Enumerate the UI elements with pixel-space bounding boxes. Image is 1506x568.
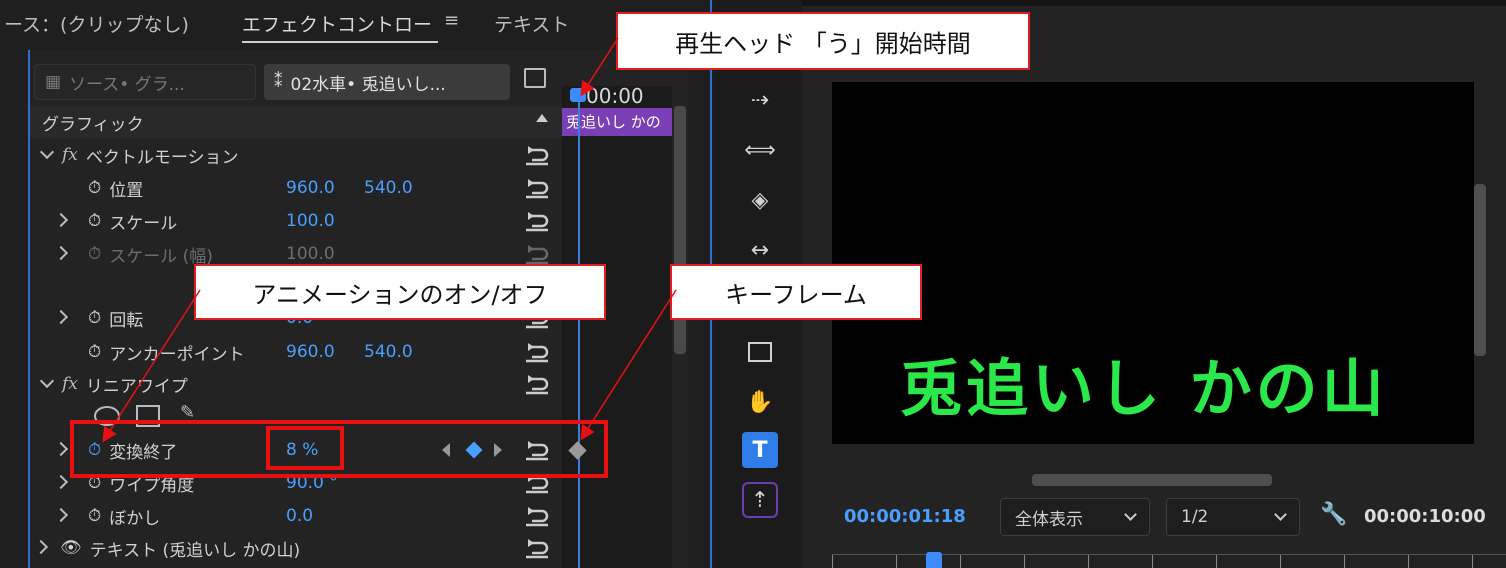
position-row: ⏱ 位置 960.0 540.0 [30, 172, 562, 204]
reset-icon[interactable] [524, 177, 550, 199]
tab-effect-controls[interactable]: エフェクトコントロー [242, 10, 438, 43]
track-select-tool-icon[interactable]: ⇢ [742, 82, 778, 118]
chevron-right-icon[interactable] [53, 507, 69, 523]
reset-icon[interactable] [524, 505, 550, 527]
position-x-value[interactable]: 960.0 [286, 178, 335, 198]
razor-tool-icon[interactable]: ◈ [742, 182, 778, 218]
feather-value[interactable]: 0.0 [286, 506, 313, 526]
panel-layout-icon[interactable] [524, 68, 546, 88]
keyframe-callout: キーフレーム [670, 264, 922, 320]
sequence-icon: ⁑ [274, 72, 283, 92]
chevron-right-icon[interactable] [53, 212, 69, 228]
anchor-y-value[interactable]: 540.0 [364, 342, 413, 362]
chevron-right-icon[interactable] [53, 309, 69, 325]
monitor-playhead[interactable] [926, 552, 942, 568]
chevron-right-icon[interactable] [53, 441, 69, 457]
graphic-section-header: グラフィック [30, 106, 562, 138]
playhead-line [578, 94, 580, 568]
slip-tool-icon[interactable]: ↔ [742, 232, 778, 268]
stopwatch-icon[interactable]: ⏱ [88, 178, 101, 198]
anchor-point-row: ⏱ アンカーポイント 960.0 540.0 [30, 336, 562, 368]
monitor-vertical-scrollbar[interactable] [1474, 184, 1486, 356]
text-layer-row[interactable]: 👁 テキスト (兎追いし かの山) [30, 532, 562, 564]
video-title-text: 兎追いし かの山 [900, 352, 1388, 425]
playhead-handle[interactable] [570, 88, 586, 102]
reset-icon[interactable] [524, 144, 550, 166]
current-timecode[interactable]: 00:00:01:18 [844, 506, 966, 527]
chevron-down-icon[interactable] [39, 373, 55, 389]
panel-tab-bar: ース：(クリップなし) エフェクトコントロー ≡ テキスト [0, 0, 710, 50]
chevron-down-icon [1274, 508, 1287, 521]
sequence-clip-selector[interactable]: ⁑ 02水車• 兎追いし... [264, 64, 510, 100]
type-tool-icon[interactable]: T [742, 432, 778, 468]
tab-text[interactable]: テキスト [494, 10, 569, 37]
reset-icon[interactable] [524, 537, 550, 559]
chevron-down-icon [1124, 508, 1137, 521]
duration-timecode: 00:00:10:00 [1364, 506, 1486, 527]
scale-row: ⏱ スケール 100.0 [30, 205, 562, 237]
reset-icon[interactable] [524, 373, 550, 395]
reset-icon[interactable] [524, 341, 550, 363]
feather-row: ⏱ ぼかし 0.0 [30, 500, 562, 532]
reset-icon[interactable] [524, 210, 550, 232]
stopwatch-icon: ⏱ [88, 244, 102, 264]
timeline-timecode: 00:00 [586, 84, 644, 108]
chevron-right-icon[interactable] [53, 474, 69, 490]
animation-toggle-callout: アニメーションのオン/オフ [194, 264, 606, 320]
linear-wipe-header[interactable]: fx リニアワイプ [30, 368, 562, 400]
highlight-value-box [266, 426, 344, 470]
anchor-x-value[interactable]: 960.0 [286, 342, 335, 362]
master-clip-selector[interactable]: ▦ ソース• グラ... [34, 64, 256, 100]
stopwatch-icon[interactable]: ⏱ [88, 308, 101, 328]
resolution-dropdown[interactable]: 1/2 [1166, 498, 1300, 536]
ripple-edit-tool-icon[interactable]: ⟺ [742, 132, 778, 168]
chevron-right-icon[interactable] [53, 245, 69, 261]
stopwatch-icon[interactable]: ⏱ [88, 342, 101, 362]
stopwatch-icon[interactable]: ⏱ [88, 211, 101, 231]
scale-value[interactable]: 100.0 [286, 211, 335, 231]
panel-menu-icon[interactable]: ≡ [444, 10, 459, 31]
chevron-right-icon[interactable] [33, 539, 49, 555]
scale-width-value: 100.0 [286, 244, 335, 264]
stopwatch-icon[interactable]: ⏱ [88, 506, 101, 526]
hand-tool-icon[interactable]: ✋ [742, 384, 778, 420]
fx-icon[interactable]: fx [62, 145, 78, 165]
grid-icon: ▦ [45, 72, 62, 92]
reset-icon [526, 245, 549, 265]
fx-icon[interactable]: fx [62, 374, 78, 394]
collapse-up-icon[interactable] [536, 114, 548, 122]
rectangle-tool-icon[interactable] [742, 334, 778, 370]
monitor-horizontal-scrollbar[interactable] [1032, 474, 1272, 486]
position-y-value[interactable]: 540.0 [364, 178, 413, 198]
zoom-dropdown[interactable]: 全体表示 [1000, 498, 1150, 536]
eye-icon[interactable]: 👁 [60, 538, 82, 558]
chevron-down-icon[interactable] [39, 144, 55, 160]
playhead-callout: 再生ヘッド 「う」開始時間 [616, 12, 1030, 70]
wrench-icon[interactable]: 🔧 [1320, 502, 1347, 527]
vector-motion-header[interactable]: fx ベクトルモーション [30, 139, 562, 171]
tab-source[interactable]: ース：(クリップなし) [4, 10, 189, 37]
vertical-type-tool-icon[interactable]: ⇡ [742, 482, 778, 518]
